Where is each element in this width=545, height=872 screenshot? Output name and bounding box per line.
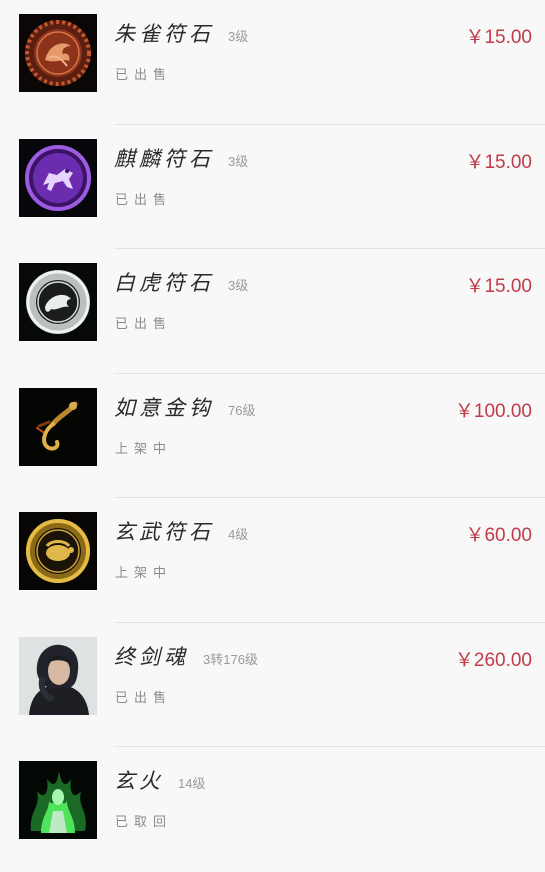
item-status: 上架中 bbox=[115, 441, 173, 457]
list-item[interactable]: 玄武符石 4级 上架中 ￥60.00 bbox=[0, 498, 545, 623]
item-name: 朱雀符石 bbox=[114, 22, 214, 46]
item-status: 已出售 bbox=[115, 68, 173, 83]
item-price: ￥60.00 bbox=[465, 525, 532, 546]
qilin-talisman-icon bbox=[19, 138, 97, 217]
item-level: 3转176级 bbox=[203, 651, 258, 667]
item-name: 麒麟符石 bbox=[114, 146, 214, 171]
item-price: ￥260.00 bbox=[454, 649, 532, 671]
item-level: 3级 bbox=[228, 29, 249, 44]
list-item[interactable]: 终剑魂 3转176级 已出售 ￥260.00 bbox=[0, 623, 545, 747]
item-level: 4级 bbox=[228, 527, 249, 542]
item-level: 14级 bbox=[178, 776, 206, 791]
item-name: 玄武符石 bbox=[114, 520, 214, 544]
item-level: 3级 bbox=[228, 153, 249, 169]
list-item[interactable]: 玄火 14级 已取回 bbox=[0, 747, 545, 872]
black-tortoise-talisman-icon bbox=[19, 512, 97, 590]
item-price: ￥15.00 bbox=[465, 27, 532, 48]
item-status: 已出售 bbox=[115, 317, 173, 332]
list-item[interactable]: 麒麟符石 3级 已出售 ￥15.00 bbox=[0, 125, 545, 249]
mystic-fire-character-icon bbox=[19, 761, 97, 839]
item-price: ￥15.00 bbox=[465, 276, 532, 297]
item-name: 玄火 bbox=[114, 769, 164, 793]
list-item[interactable]: 如意金钩 76级 上架中 ￥100.00 bbox=[0, 374, 545, 498]
item-level: 76级 bbox=[228, 402, 256, 418]
trade-record-list: 朱雀符石 3级 已出售 ￥15.00 麒麟符石 3级 已出售 ￥15.00 白虎… bbox=[0, 0, 545, 843]
list-item[interactable]: 白虎符石 3级 已出售 ￥15.00 bbox=[0, 249, 545, 374]
item-name: 白虎符石 bbox=[114, 271, 214, 295]
item-price: ￥100.00 bbox=[454, 400, 532, 422]
white-tiger-talisman-icon bbox=[19, 263, 97, 341]
item-status: 已取回 bbox=[115, 815, 173, 830]
item-name: 如意金钩 bbox=[114, 395, 214, 420]
item-status: 已出售 bbox=[115, 192, 173, 208]
character-portrait bbox=[19, 636, 97, 715]
vermilion-bird-talisman-icon bbox=[19, 14, 97, 92]
golden-hook-icon bbox=[19, 387, 97, 466]
item-name: 终剑魂 bbox=[114, 644, 189, 669]
item-price: ￥15.00 bbox=[465, 151, 532, 173]
list-item[interactable]: 朱雀符石 3级 已出售 ￥15.00 bbox=[0, 0, 545, 125]
item-status: 上架中 bbox=[115, 566, 173, 581]
item-status: 已出售 bbox=[115, 690, 173, 706]
item-level: 3级 bbox=[228, 278, 249, 293]
